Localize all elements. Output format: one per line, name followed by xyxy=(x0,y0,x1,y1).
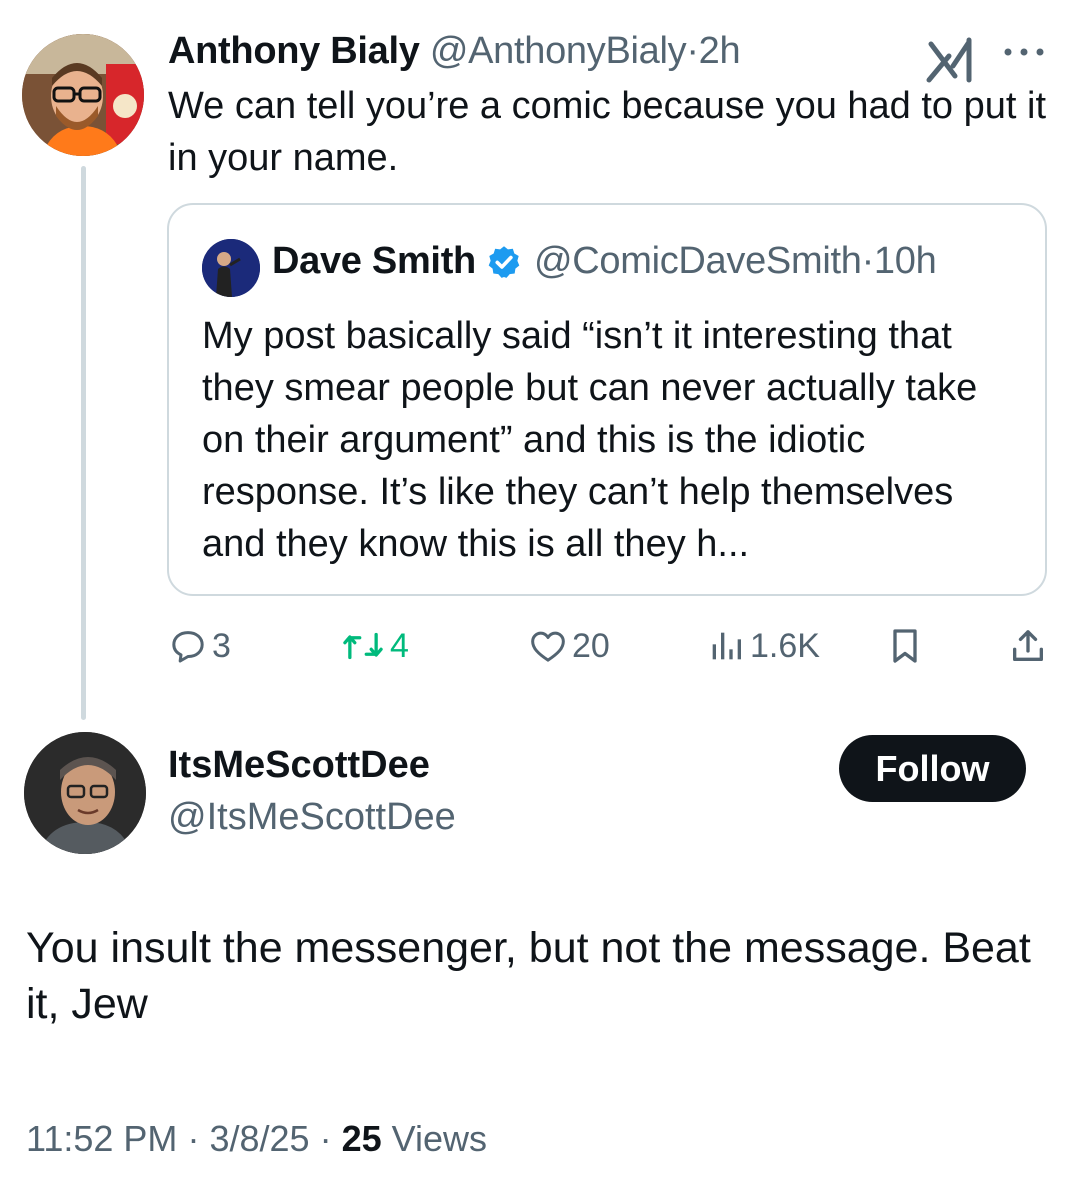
verified-badge-icon xyxy=(488,245,520,278)
reply-count: 3 xyxy=(212,626,231,665)
separator-dot: · xyxy=(861,240,875,282)
views-chart-icon xyxy=(712,632,741,660)
post-time[interactable]: 11:52 PM xyxy=(26,1118,177,1159)
repost-count: 4 xyxy=(390,626,409,665)
author-handle[interactable]: @AnthonyBialy xyxy=(430,30,687,72)
post-date[interactable]: 3/8/25 xyxy=(209,1118,309,1159)
reply-author-handle[interactable]: @ItsMeScottDee xyxy=(168,796,456,839)
follow-button[interactable]: Follow xyxy=(839,735,1026,802)
bookmark-icon xyxy=(893,629,917,663)
bookmark-button[interactable] xyxy=(888,622,922,670)
repost-icon xyxy=(343,632,383,660)
share-icon xyxy=(1013,630,1043,661)
author-avatar[interactable] xyxy=(22,34,144,156)
reply-author-name[interactable]: ItsMeScottDee xyxy=(168,744,430,787)
reply-tweet-text: You insult the messenger, but not the me… xyxy=(26,924,1031,1028)
reply-button[interactable]: 3 xyxy=(168,622,231,670)
tweet-text: We can tell you’re a comic because you h… xyxy=(168,85,1047,179)
like-count: 20 xyxy=(572,626,610,665)
quoted-tweet-time[interactable]: 10h xyxy=(874,240,937,283)
share-button[interactable] xyxy=(1008,622,1048,670)
quoted-author-avatar[interactable] xyxy=(202,239,260,297)
quoted-author-handle[interactable]: @ComicDaveSmith xyxy=(534,240,862,283)
like-button[interactable]: 20 xyxy=(528,622,610,670)
views-count: 1.6K xyxy=(750,626,820,665)
reply-author-avatar[interactable] xyxy=(24,732,146,854)
thread-connector-line xyxy=(81,166,86,720)
grok-logo-icon[interactable] xyxy=(925,36,977,84)
separator-dot: · xyxy=(319,1118,332,1159)
quoted-author-name[interactable]: Dave Smith xyxy=(272,240,476,283)
separator-dot: · xyxy=(187,1118,200,1159)
reply-icon xyxy=(172,631,204,663)
repost-button[interactable]: 4 xyxy=(340,622,409,670)
more-options-icon[interactable] xyxy=(1000,40,1048,64)
tweet-meta-line: 11:52 PM · 3/8/25 · 25 Views xyxy=(26,1118,487,1160)
post-views-count: 25 xyxy=(341,1118,382,1159)
separator-dot: · xyxy=(686,30,699,72)
heart-icon xyxy=(531,631,565,662)
quoted-author-line: Dave Smith @ComicDaveSmith · 10h xyxy=(272,240,937,283)
views-button[interactable]: 1.6K xyxy=(708,622,820,670)
post-views-label: Views xyxy=(391,1118,488,1159)
tweet-author-line: Anthony Bialy @AnthonyBialy·2h xyxy=(168,30,741,73)
tweet-time[interactable]: 2h xyxy=(699,30,741,72)
author-name[interactable]: Anthony Bialy xyxy=(168,30,420,72)
quoted-tweet-text: My post basically said “isn’t it interes… xyxy=(202,315,978,565)
